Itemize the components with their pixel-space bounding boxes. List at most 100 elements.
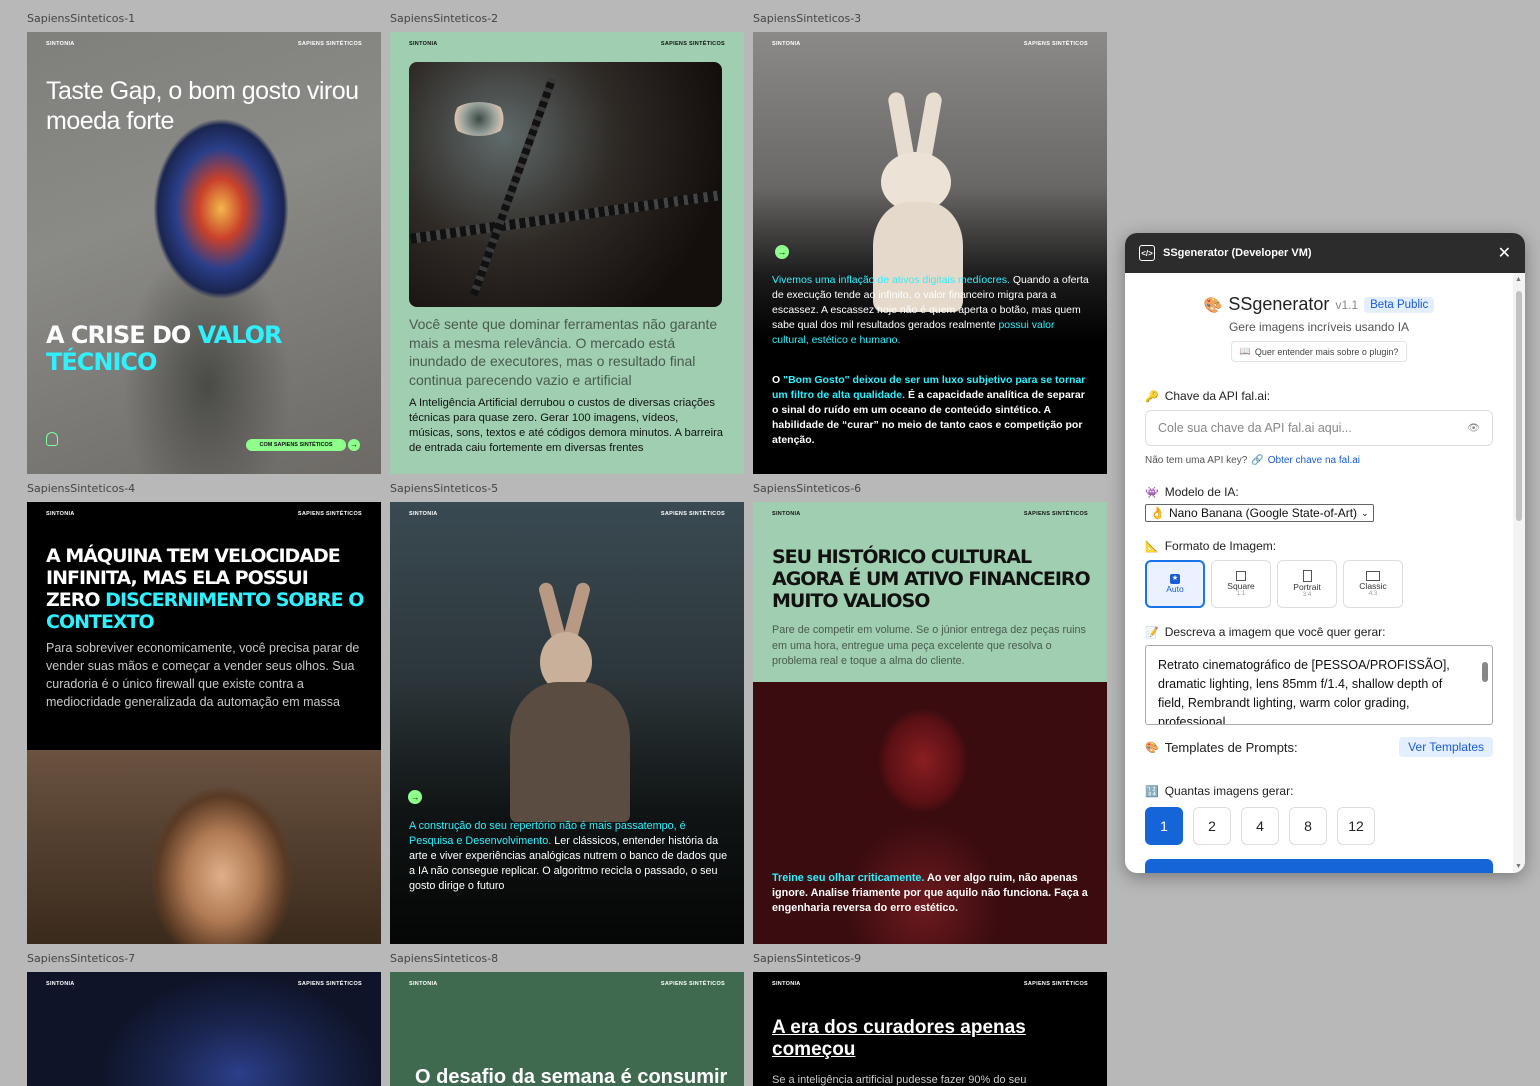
format-square-button[interactable]: Square 1:1 [1211,560,1271,608]
frame-sapiens-6[interactable]: SINTONIA SAPIENS SINTÉTICOS SEU HISTÓRICO… [753,502,1107,944]
count-4-button[interactable]: 4 [1241,807,1279,845]
frame-label[interactable]: SapiensSinteticos-4 [27,482,135,495]
templates-label: 🎨 Templates de Prompts: [1145,740,1298,755]
chevron-down-icon: ⌄ [1361,507,1369,518]
frame-label[interactable]: SapiensSinteticos-8 [390,952,498,965]
model-select[interactable]: 👌 Nano Banana (Google State-of-Art) ⌄ [1145,504,1374,522]
app-header: 🎨 SSgenerator v1.1 Beta Public [1145,294,1493,315]
learn-more-label: Quer entender mais sobre o plugin? [1254,346,1399,357]
count-label: 🔢 Quantas imagens gerar: [1145,784,1493,798]
memo-icon: 📝 [1145,626,1159,639]
frame-label[interactable]: SapiensSinteticos-6 [753,482,861,495]
scroll-down-icon[interactable]: ▼ [1515,863,1522,870]
key-icon: 🔑 [1145,390,1159,403]
frame-sapiens-3[interactable]: SINTONIA SAPIENS SINTÉTICOS → Vivemos uma… [753,32,1107,474]
p1-highlight: Vivemos uma inflação de ativos digitais … [772,274,1010,286]
count-8-button[interactable]: 8 [1289,807,1327,845]
landscape-icon [1366,571,1380,581]
headline: A era dos curadores apenas começou [772,1017,1026,1060]
robot-icon: 👾 [1145,486,1159,499]
prompt-textarea[interactable]: Retrato cinematográfico de [PESSOA/PROFI… [1145,645,1493,725]
brand-left: SINTONIA [46,981,75,987]
format-ratio: 1:1 [1236,591,1246,597]
headline-white: A CRISE DO [46,321,198,349]
brand-left: SINTONIA [409,41,438,47]
brand-right: SAPIENS SINTÉTICOS [660,981,725,987]
view-templates-button[interactable]: Ver Templates [1399,737,1493,757]
frame-sapiens-8[interactable]: SINTONIA SAPIENS SINTÉTICOS O desafio da … [390,972,744,1086]
paragraph-1: Vivemos uma inflação de ativos digitais … [772,273,1092,348]
textarea-scrollbar[interactable] [1480,648,1490,722]
templates-row: 🎨 Templates de Prompts: Ver Templates [1145,737,1493,757]
brand-right: SAPIENS SINTÉTICOS [297,511,362,517]
generate-button[interactable] [1145,859,1493,873]
frame-sapiens-9[interactable]: SINTONIA SAPIENS SINTÉTICOS A era dos cur… [753,972,1107,1086]
api-placeholder: Cole sua chave da API fal.ai aqui... [1158,421,1352,435]
plugin-window[interactable]: </> SSgenerator (Developer VM) ✕ 🎨 SSgen… [1125,233,1525,873]
lead-text: Você sente que dominar ferramentas não g… [409,316,718,388]
frame-label[interactable]: SapiensSinteticos-7 [27,952,135,965]
body-text: Se a inteligência artificial pudesse faz… [772,1074,1027,1086]
frame-label[interactable]: SapiensSinteticos-1 [27,12,135,25]
frame-sapiens-4[interactable]: SINTONIA SAPIENS SINTÉTICOS A MÁQUINA TEM… [27,502,381,944]
frame-sapiens-7[interactable]: SINTONIA SAPIENS SINTÉTICOS [27,972,381,1086]
tagline: Gere imagens incríveis usando IA [1228,320,1410,334]
bottom-text: Treine seu olhar criticamente. Ao ver al… [772,871,1092,916]
count-12-button[interactable]: 12 [1337,807,1375,845]
brand-left: SINTONIA [409,981,438,987]
format-classic-button[interactable]: Classic 4:3 [1343,560,1403,608]
numbers-icon: 🔢 [1145,785,1159,798]
format-name: Classic [1359,581,1387,591]
prompt-value: Retrato cinematográfico de [PESSOA/PROFI… [1158,658,1450,725]
body-text: Pare de competir em volume. Se o júnior … [772,624,1086,667]
format-ratio: 4:3 [1368,591,1378,597]
frame-label[interactable]: SapiensSinteticos-3 [753,12,861,25]
get-key-link[interactable]: Obter chave na fal.ai [1268,455,1360,466]
format-auto-button[interactable]: ★ Auto [1145,560,1205,608]
frame-label[interactable]: SapiensSinteticos-9 [753,952,861,965]
templates-label-text: Templates de Prompts: [1164,739,1298,755]
frame-label[interactable]: SapiensSinteticos-5 [390,482,498,495]
brand-left: SINTONIA [772,41,801,47]
brand-right: SAPIENS SINTÉTICOS [297,41,362,47]
count-2-button[interactable]: 2 [1193,807,1231,845]
plugin-titlebar: </> SSgenerator (Developer VM) ✕ [1125,233,1525,273]
cta-label: COM SAPIENS SINTÉTICOS [259,442,333,448]
body-text: Para sobreviver economicamente, você pre… [46,641,360,709]
frame-label[interactable]: SapiensSinteticos-2 [390,12,498,25]
frame-sapiens-5[interactable]: SINTONIA SAPIENS SINTÉTICOS → A construçã… [390,502,744,944]
app-version: v1.1 [1335,297,1359,312]
cta-pill[interactable]: COM SAPIENS SINTÉTICOS [246,439,346,451]
headline: A MÁQUINA TEM VELOCIDADE INFINITA, MAS E… [46,545,366,633]
lightbulb-icon [46,432,58,446]
count-1-button[interactable]: 1 [1145,807,1183,845]
frame-sapiens-2[interactable]: SINTONIA SAPIENS SINTÉTICOS Você sente qu… [390,32,744,474]
headline: O desafio da semana é consumir [415,1066,728,1086]
subtitle: Taste Gap, o bom gosto virou moeda forte [46,77,359,135]
learn-more-button[interactable]: 📖 Quer entender mais sobre o plugin? [1230,341,1408,362]
eye-icon[interactable]: 👁 [1467,423,1480,434]
prompt-label-text: Descreva a imagem que você quer gerar: [1164,625,1386,639]
brand-left: SINTONIA [772,981,801,987]
api-key-input[interactable]: Cole sua chave da API fal.ai aqui... 👁 [1145,410,1493,446]
arrow-right-icon[interactable]: → [408,790,422,804]
panel-scrollbar[interactable]: ▲ ▼ [1513,273,1525,873]
book-icon: 📖 [1239,346,1251,356]
frame-sapiens-1[interactable]: SINTONIA SAPIENS SINTÉTICOS Taste Gap, o … [27,32,381,474]
format-label: 📐 Formato de Imagem: [1145,539,1493,553]
arrow-right-icon[interactable]: → [348,439,360,451]
format-portrait-button[interactable]: Portrait 3:4 [1277,560,1337,608]
ruler-icon: 📐 [1145,540,1159,553]
model-label-text: Modelo de IA: [1164,485,1239,499]
body-text: A construção do seu repertório não é mai… [409,819,729,894]
prompt-label: 📝 Descreva a imagem que você quer gerar: [1145,625,1493,639]
close-icon[interactable]: ✕ [1498,243,1511,263]
arrow-right-icon[interactable]: → [775,245,789,259]
model-value: Nano Banana (Google State-of-Art) [1168,506,1358,520]
scroll-thumb[interactable] [1516,291,1522,521]
count-label-text: Quantas imagens gerar: [1164,784,1294,798]
plugin-content: 🎨 SSgenerator v1.1 Beta Public Gere imag… [1125,273,1513,873]
scroll-up-icon[interactable]: ▲ [1515,276,1522,283]
beta-badge: Beta Public [1364,296,1435,313]
brand-right: SAPIENS SINTÉTICOS [660,511,725,517]
